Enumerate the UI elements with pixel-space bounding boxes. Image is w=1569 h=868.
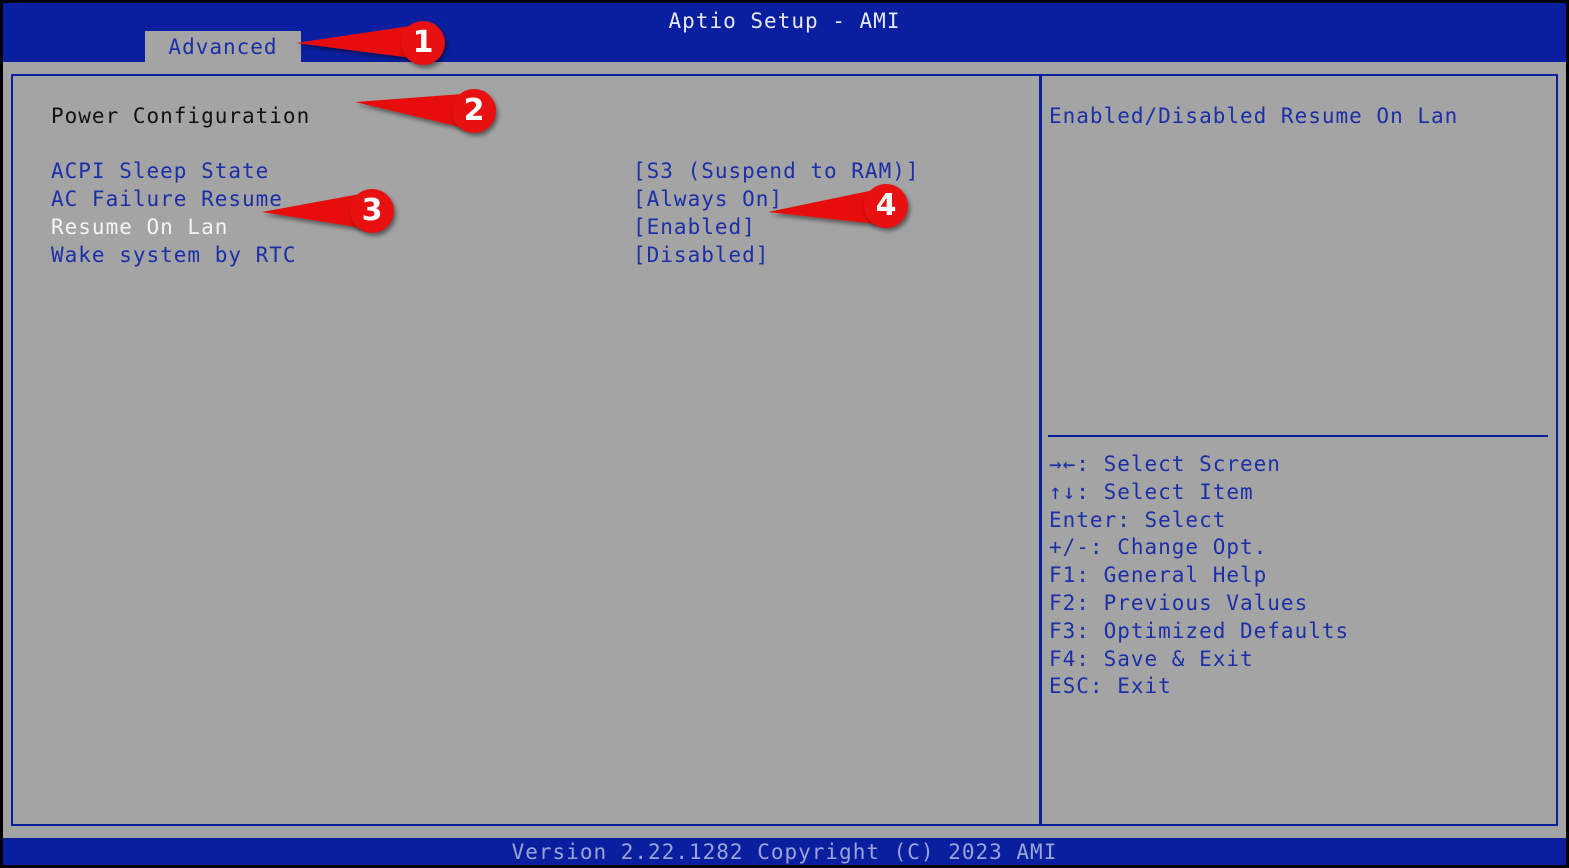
setting-label: AC Failure Resume [51, 187, 283, 211]
setting-label: Resume On Lan [51, 215, 229, 239]
bios-window: Aptio Setup - AMI Advanced Power Configu… [3, 3, 1566, 865]
setting-label: Wake system by RTC [51, 243, 297, 267]
help-text: Enabled/Disabled Resume On Lan [1049, 104, 1459, 128]
setting-value[interactable]: [Disabled] [633, 243, 769, 267]
callout-badge-1: 1 [401, 21, 445, 65]
setting-label: ACPI Sleep State [51, 159, 270, 183]
key-legend: →←: Select Screen ↑↓: Select Item Enter:… [1049, 452, 1349, 702]
key-hint: F3: Optimized Defaults [1049, 618, 1350, 643]
setting-wake-system-by-rtc[interactable]: Wake system by RTC [Disabled] [51, 243, 1011, 271]
key-hint: ↑↓: Select Item [1049, 479, 1254, 504]
setting-value[interactable]: [Enabled] [633, 215, 756, 239]
key-hint: +/-: Change Opt. [1049, 535, 1268, 560]
setting-value[interactable]: [S3 (Suspend to RAM)] [633, 159, 920, 183]
callout-badge-3: 3 [350, 189, 394, 233]
key-hint: F2: Previous Values [1049, 590, 1309, 615]
window-title: Aptio Setup - AMI [668, 9, 901, 33]
help-divider [1048, 435, 1548, 437]
key-hint: →←: Select Screen [1049, 452, 1281, 476]
key-hint: F4: Save & Exit [1049, 646, 1254, 671]
version-footer: Version 2.22.1282 Copyright (C) 2023 AMI [511, 840, 1058, 864]
tab-advanced[interactable]: Advanced [145, 31, 301, 63]
setting-value[interactable]: [Always On] [633, 187, 783, 211]
help-panel: Enabled/Disabled Resume On Lan →←: Selec… [1040, 74, 1558, 826]
setting-acpi-sleep-state[interactable]: ACPI Sleep State [S3 (Suspend to RAM)] [51, 159, 1011, 187]
key-hint: Enter: Select [1049, 507, 1227, 532]
content-area: Power Configuration ACPI Sleep State [S3… [3, 62, 1566, 838]
key-hint: F1: General Help [1049, 563, 1268, 588]
callout-badge-2: 2 [452, 89, 496, 133]
key-hint: ESC: Exit [1049, 674, 1172, 699]
callout-badge-4: 4 [864, 184, 908, 228]
setting-resume-on-lan[interactable]: Resume On Lan [Enabled] [51, 215, 1011, 243]
section-title: Power Configuration [51, 104, 311, 128]
